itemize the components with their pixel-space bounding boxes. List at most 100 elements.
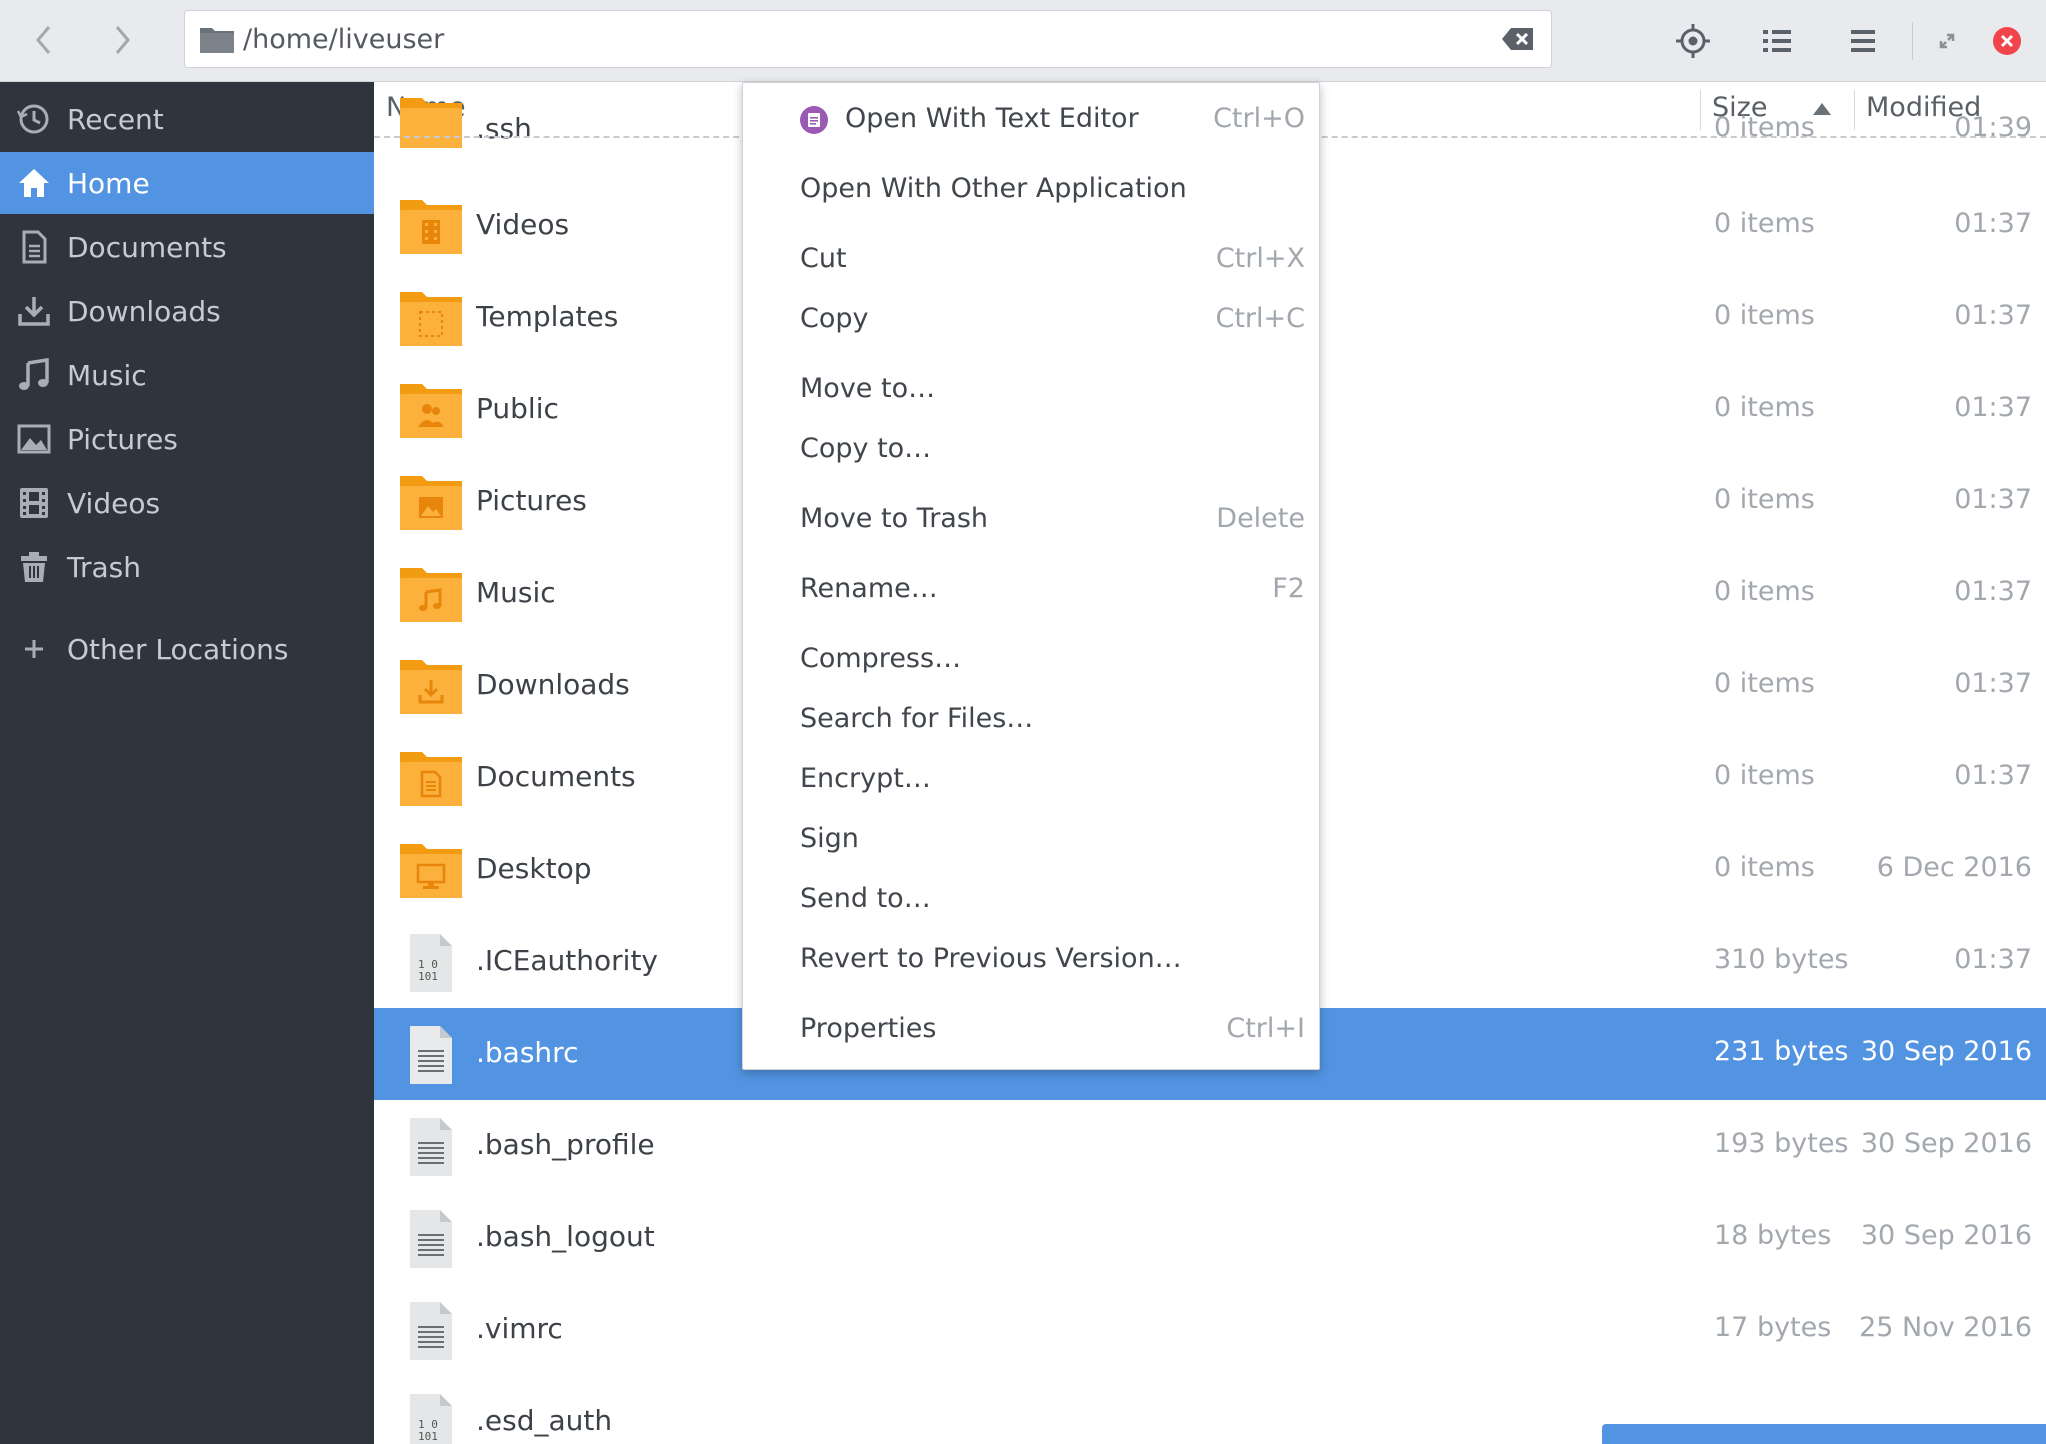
menu-item-compress[interactable]: Compress…: [743, 635, 1321, 687]
back-button[interactable]: [14, 14, 74, 66]
film-icon: [20, 488, 48, 518]
menu-item-label: Search for Files…: [800, 703, 1034, 734]
file-size: 0 items: [1714, 576, 1815, 607]
file-size: 0 items: [1714, 208, 1815, 239]
file-name: Documents: [476, 760, 636, 793]
file-modified: 01:37: [1954, 576, 2032, 607]
menu-item-search-for-files[interactable]: Search for Files…: [743, 695, 1321, 747]
menu-item-label: Move to Trash: [800, 503, 989, 534]
file-name: .ICEauthority: [476, 944, 658, 977]
header-separator: [1912, 22, 1913, 60]
menu-item-accelerator: Ctrl+O: [1213, 103, 1305, 134]
file-name: Downloads: [476, 668, 630, 701]
forward-button[interactable]: [92, 14, 152, 66]
menu-item-accelerator: Ctrl+I: [1226, 1013, 1305, 1044]
file-modified: 01:37: [1954, 208, 2032, 239]
home-icon: [19, 169, 49, 197]
menu-item-move-to-trash[interactable]: Move to Trash Delete: [743, 495, 1321, 547]
sidebar-item-videos[interactable]: Videos: [0, 472, 374, 534]
menu-item-accelerator: Ctrl+C: [1215, 303, 1305, 334]
menu-item-label: Revert to Previous Version…: [800, 943, 1182, 974]
file-size: 18 bytes: [1714, 1220, 1832, 1251]
folder-templates-icon: [400, 292, 462, 346]
menu-item-rename[interactable]: Rename… F2: [743, 565, 1321, 617]
menu-item-label: Open With Other Application: [800, 173, 1187, 204]
restore-window-button[interactable]: [1924, 18, 1970, 64]
file-modified: 6 Dec 2016: [1876, 852, 2032, 883]
folder-music-icon: [400, 568, 462, 622]
menu-item-label: Copy to…: [800, 433, 932, 464]
menu-item-copy[interactable]: Copy Ctrl+C: [743, 295, 1321, 347]
file-size: 0 items: [1714, 760, 1815, 791]
sidebar-item-home[interactable]: Home: [0, 152, 374, 214]
file-modified: 01:39: [1954, 112, 2032, 143]
menu-item-properties[interactable]: Properties Ctrl+I: [743, 1005, 1321, 1057]
menu-item-label: Copy: [800, 303, 869, 334]
hamburger-menu-icon: [1851, 30, 1875, 52]
file-row-bash-profile[interactable]: .bash_profile 193 bytes 30 Sep 2016: [374, 1100, 2046, 1192]
sidebar-item-recent[interactable]: Recent: [0, 88, 374, 150]
location-button[interactable]: [1670, 18, 1716, 64]
file-row-vimrc[interactable]: .vimrc 17 bytes 25 Nov 2016: [374, 1284, 2046, 1376]
text-file-icon: [410, 1302, 452, 1360]
menu-item-label: Open With Text Editor: [845, 103, 1139, 134]
places-sidebar: Recent Home Documents Downloads Music Pi…: [0, 82, 374, 1444]
list-view-icon: [1763, 30, 1791, 52]
menu-item-open-with-other-application[interactable]: Open With Other Application: [743, 165, 1321, 217]
file-row-bash-logout[interactable]: .bash_logout 18 bytes 30 Sep 2016: [374, 1192, 2046, 1284]
svg-text:101: 101: [418, 970, 438, 983]
menu-item-cut[interactable]: Cut Ctrl+X: [743, 235, 1321, 287]
file-name: Videos: [476, 208, 570, 241]
sidebar-item-label: Other Locations: [67, 632, 289, 666]
location-path[interactable]: /home/liveuser: [243, 24, 1501, 55]
file-size: 0 items: [1714, 300, 1815, 331]
folder-icon: [400, 98, 462, 148]
location-bar[interactable]: /home/liveuser: [184, 10, 1552, 68]
picture-icon: [17, 424, 51, 454]
menu-item-send-to[interactable]: Send to…: [743, 875, 1321, 927]
folder-pictures-icon: [400, 476, 462, 530]
selection-status-floating-bar: [1602, 1424, 2046, 1444]
binary-file-icon: 1 0 101: [410, 1394, 452, 1444]
file-size: 0 items: [1714, 392, 1815, 423]
file-name: Public: [476, 392, 559, 425]
file-name: Desktop: [476, 852, 592, 885]
chevron-right-icon: [115, 26, 130, 54]
file-modified: 01:37: [1954, 944, 2032, 975]
menu-item-encrypt[interactable]: Encrypt…: [743, 755, 1321, 807]
folder-public-icon: [400, 384, 462, 438]
menu-item-open-with-text-editor[interactable]: Open With Text Editor Ctrl+O: [743, 95, 1321, 147]
menu-item-label: Compress…: [800, 643, 962, 674]
folder-videos-icon: [400, 200, 462, 254]
main-menu-button[interactable]: [1840, 18, 1886, 64]
file-modified: 01:37: [1954, 668, 2032, 699]
sidebar-item-pictures[interactable]: Pictures: [0, 408, 374, 470]
file-name: .esd_auth: [476, 1404, 613, 1437]
sidebar-item-label: Home: [67, 166, 150, 200]
sidebar-item-trash[interactable]: Trash: [0, 536, 374, 598]
sidebar-item-other-locations[interactable]: Other Locations: [0, 618, 374, 680]
music-icon: [19, 358, 49, 390]
file-name: .bash_logout: [476, 1220, 655, 1253]
view-list-button[interactable]: [1754, 18, 1800, 64]
document-icon: [22, 230, 47, 264]
header-bar: /home/liveuser: [0, 0, 2046, 82]
menu-item-copy-to[interactable]: Copy to…: [743, 425, 1321, 477]
file-name: .vimrc: [476, 1312, 563, 1345]
file-size: 310 bytes: [1714, 944, 1849, 975]
file-modified: 01:37: [1954, 300, 2032, 331]
clear-text-icon[interactable]: [1501, 26, 1535, 52]
menu-item-accelerator: Ctrl+X: [1215, 243, 1305, 274]
close-icon: [1993, 27, 2021, 55]
file-name: Pictures: [476, 484, 587, 517]
file-size: 0 items: [1714, 668, 1815, 699]
sidebar-item-downloads[interactable]: Downloads: [0, 280, 374, 342]
text-file-icon: [410, 1118, 452, 1176]
menu-item-revert-to-previous-version[interactable]: Revert to Previous Version…: [743, 935, 1321, 987]
close-window-button[interactable]: [1984, 18, 2030, 64]
menu-item-sign[interactable]: Sign: [743, 815, 1321, 867]
sidebar-item-documents[interactable]: Documents: [0, 216, 374, 278]
sidebar-item-music[interactable]: Music: [0, 344, 374, 406]
file-name: Templates: [476, 300, 619, 333]
menu-item-move-to[interactable]: Move to…: [743, 365, 1321, 417]
